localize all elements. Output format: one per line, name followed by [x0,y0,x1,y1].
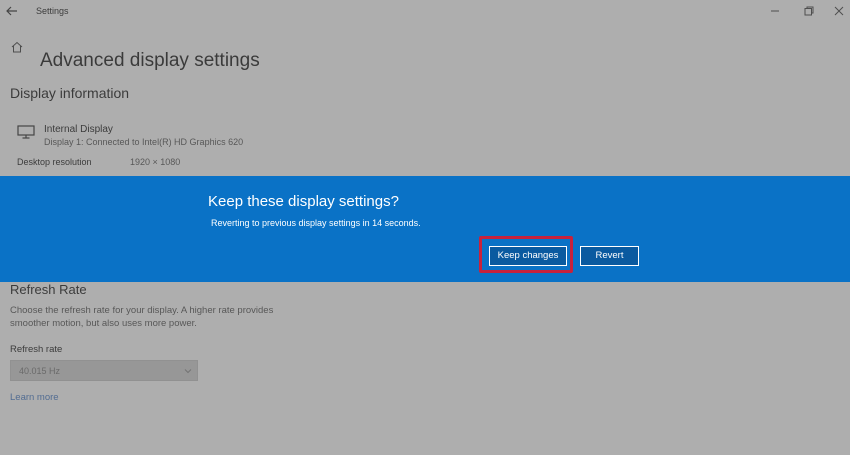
keep-settings-dialog: Keep these display settings? Reverting t… [0,176,850,282]
keep-changes-button[interactable]: Keep changes [489,246,567,266]
revert-button[interactable]: Revert [580,246,639,266]
dialog-title: Keep these display settings? [208,193,399,210]
settings-window: Settings Advanced display settings Displ… [0,0,850,455]
dialog-message: Reverting to previous display settings i… [211,218,421,228]
